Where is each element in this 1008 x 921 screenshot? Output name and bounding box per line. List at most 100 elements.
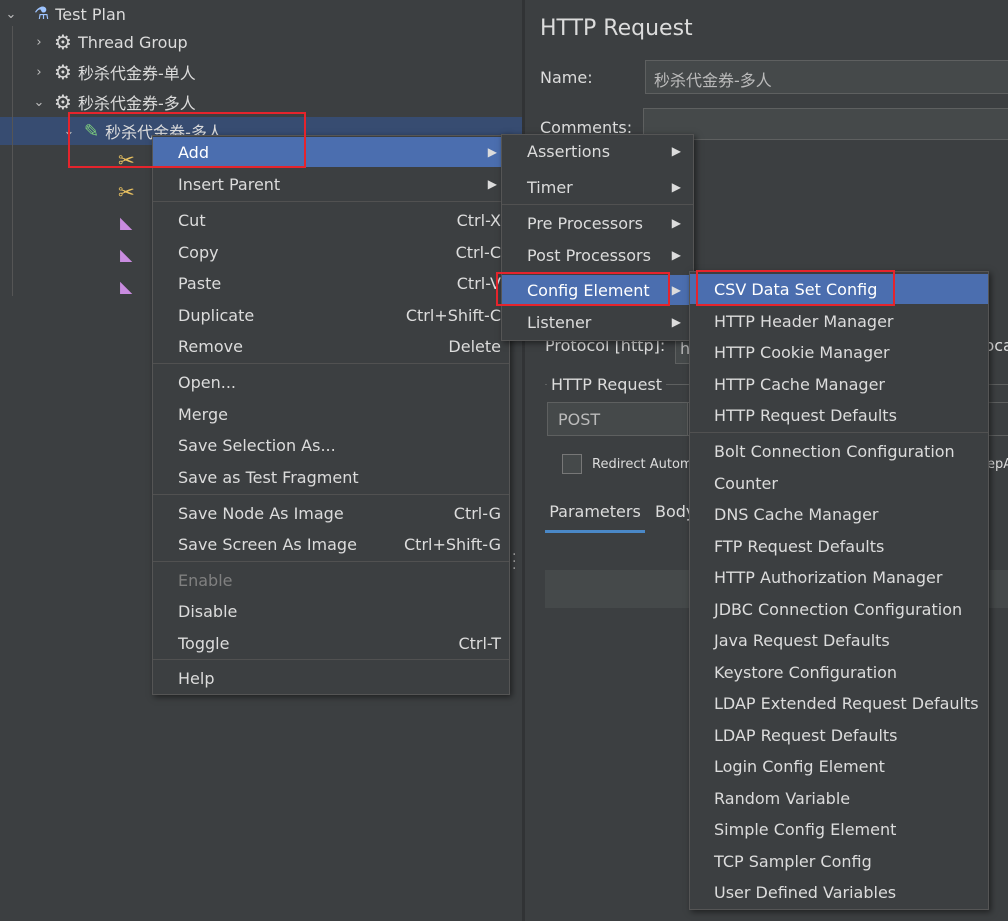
menu-item-http-cache-manager[interactable]: HTTP Cache Manager xyxy=(690,369,988,399)
menu-item-label: Counter xyxy=(714,473,778,493)
menu-item-label: Cut xyxy=(178,210,206,230)
menu-item-dns-cache-manager[interactable]: DNS Cache Manager xyxy=(690,499,988,529)
menu-item-label: Save Node As Image xyxy=(178,503,344,523)
listener-graph-icon[interactable]: ◣ xyxy=(120,213,132,232)
keepalive-label-partial: epA xyxy=(987,457,1008,472)
menu-item-shortcut: Ctrl+Shift-C xyxy=(405,305,501,325)
menu-item-remove[interactable]: Remove Delete xyxy=(153,331,509,361)
menu-item-duplicate[interactable]: Duplicate Ctrl+Shift-C xyxy=(153,300,509,330)
menu-item-random-variable[interactable]: Random Variable xyxy=(690,783,988,813)
submenu-arrow-icon: ▶ xyxy=(671,248,681,262)
menu-item-label: Help xyxy=(178,668,215,688)
chevron-down-icon[interactable]: ⌄ xyxy=(4,7,18,22)
menu-item-http-request-defaults[interactable]: HTTP Request Defaults xyxy=(690,400,988,430)
listener-graph-icon[interactable]: ◣ xyxy=(120,277,132,296)
menu-item-label: Simple Config Element xyxy=(714,819,897,839)
tree-item-thread-group-single[interactable]: › ⚙ 秒杀代金券-单人 xyxy=(32,58,195,86)
menu-separator xyxy=(690,432,988,433)
redirect-label: Redirect Autom xyxy=(592,457,693,472)
menu-item-label: Enable xyxy=(178,570,233,590)
menu-item-label: LDAP Request Defaults xyxy=(714,725,898,745)
menu-item-http-header-manager[interactable]: HTTP Header Manager xyxy=(690,306,988,336)
chevron-down-icon[interactable]: ⌄ xyxy=(62,124,76,139)
menu-item-label: FTP Request Defaults xyxy=(714,536,885,556)
menu-item-copy[interactable]: Copy Ctrl-C xyxy=(153,237,509,267)
menu-item-assertions[interactable]: Assertions ▶ xyxy=(502,136,693,166)
pipette-icon: ✎ xyxy=(84,120,100,142)
menu-item-http-authorization-manager[interactable]: HTTP Authorization Manager xyxy=(690,562,988,592)
menu-item-add[interactable]: Add ▶ xyxy=(153,137,509,167)
menu-item-help[interactable]: Help xyxy=(153,663,509,693)
menu-item-save-as-test-fragment[interactable]: Save as Test Fragment xyxy=(153,462,509,492)
menu-item-ftp-request-defaults[interactable]: FTP Request Defaults xyxy=(690,531,988,561)
menu-item-shortcut: Ctrl-T xyxy=(458,633,501,653)
tree-guide-line xyxy=(12,26,13,296)
menu-item-save-selection-as[interactable]: Save Selection As... xyxy=(153,430,509,460)
menu-item-label: Save Selection As... xyxy=(178,435,336,455)
tree-item-label: 秒杀代金券-多人 xyxy=(77,94,196,113)
menu-item-label: Duplicate xyxy=(178,305,255,325)
menu-item-ldap-request-defaults[interactable]: LDAP Request Defaults xyxy=(690,720,988,750)
menu-item-timer[interactable]: Timer ▶ xyxy=(502,172,693,202)
tab-parameters[interactable]: Parameters xyxy=(545,492,645,533)
menu-item-disable[interactable]: Disable xyxy=(153,596,509,626)
tree-item-test-plan[interactable]: ⌄ ⚗ Test Plan xyxy=(4,0,126,28)
name-field[interactable]: 秒杀代金券-多人 xyxy=(645,60,1008,94)
listener-graph-icon[interactable]: ◣ xyxy=(120,245,132,264)
menu-item-merge[interactable]: Merge xyxy=(153,399,509,429)
menu-item-label: Copy xyxy=(178,242,219,262)
menu-item-save-node-as-image[interactable]: Save Node As Image Ctrl-G xyxy=(153,498,509,528)
menu-item-config-element[interactable]: Config Element ▶ xyxy=(502,275,693,305)
menu-item-shortcut: Ctrl-X xyxy=(456,210,501,230)
menu-item-login-config-element[interactable]: Login Config Element xyxy=(690,751,988,781)
name-field-value: 秒杀代金券-多人 xyxy=(654,71,772,90)
menu-item-tcp-sampler-config[interactable]: TCP Sampler Config xyxy=(690,846,988,876)
redirect-checkbox[interactable] xyxy=(562,454,582,474)
wrench-icon[interactable]: ✂ xyxy=(118,148,135,172)
tree-item-thread-group[interactable]: › ⚙ Thread Group xyxy=(32,28,187,56)
method-select[interactable]: POST xyxy=(547,402,689,436)
menu-item-label: Save Screen As Image xyxy=(178,534,357,554)
menu-item-open[interactable]: Open... xyxy=(153,367,509,397)
gear-icon: ⚙ xyxy=(54,90,72,114)
menu-item-label: DNS Cache Manager xyxy=(714,504,879,524)
menu-item-jdbc-connection-configuration[interactable]: JDBC Connection Configuration xyxy=(690,594,988,624)
menu-separator xyxy=(502,204,693,205)
menu-item-listener[interactable]: Listener ▶ xyxy=(502,307,693,337)
menu-item-paste[interactable]: Paste Ctrl-V xyxy=(153,268,509,298)
submenu-arrow-icon: ▶ xyxy=(671,216,681,230)
menu-item-label: Random Variable xyxy=(714,788,851,808)
menu-item-label: Save as Test Fragment xyxy=(178,467,359,487)
menu-item-http-cookie-manager[interactable]: HTTP Cookie Manager xyxy=(690,337,988,367)
chevron-down-icon[interactable]: ⌄ xyxy=(32,95,46,110)
tree-item-thread-group-multi[interactable]: ⌄ ⚙ 秒杀代金券-多人 xyxy=(32,88,196,116)
chevron-right-icon[interactable]: › xyxy=(32,35,46,50)
menu-item-enable: Enable xyxy=(153,565,509,595)
wrench-icon[interactable]: ✂ xyxy=(118,180,135,204)
menu-item-simple-config-element[interactable]: Simple Config Element xyxy=(690,814,988,844)
tab-parameters-label: Parameters xyxy=(549,501,641,521)
menu-item-ldap-extended-request-defaults[interactable]: LDAP Extended Request Defaults xyxy=(690,688,988,718)
comments-field[interactable] xyxy=(643,108,1008,140)
menu-item-csv-data-set-config[interactable]: CSV Data Set Config xyxy=(690,274,988,304)
gear-icon: ⚙ xyxy=(54,60,72,84)
chevron-right-icon[interactable]: › xyxy=(32,65,46,80)
menu-item-save-screen-as-image[interactable]: Save Screen As Image Ctrl+Shift-G xyxy=(153,529,509,559)
menu-item-label: JDBC Connection Configuration xyxy=(714,599,963,619)
menu-item-bolt-connection-configuration[interactable]: Bolt Connection Configuration xyxy=(690,436,988,466)
menu-item-shortcut: Ctrl-V xyxy=(456,273,501,293)
submenu-arrow-icon: ▶ xyxy=(671,315,681,329)
menu-item-user-defined-variables[interactable]: User Defined Variables xyxy=(690,877,988,907)
menu-item-post-processors[interactable]: Post Processors ▶ xyxy=(502,240,693,270)
menu-item-insert-parent[interactable]: Insert Parent ▶ xyxy=(153,169,509,199)
menu-item-pre-processors[interactable]: Pre Processors ▶ xyxy=(502,208,693,238)
menu-item-java-request-defaults[interactable]: Java Request Defaults xyxy=(690,625,988,655)
splitter-handle-icon[interactable]: · · · xyxy=(512,548,516,576)
menu-separator xyxy=(153,659,509,660)
menu-item-counter[interactable]: Counter xyxy=(690,468,988,498)
menu-separator xyxy=(153,363,509,364)
menu-item-label: Paste xyxy=(178,273,222,293)
menu-item-cut[interactable]: Cut Ctrl-X xyxy=(153,205,509,235)
menu-item-toggle[interactable]: Toggle Ctrl-T xyxy=(153,628,509,658)
menu-item-keystore-configuration[interactable]: Keystore Configuration xyxy=(690,657,988,687)
